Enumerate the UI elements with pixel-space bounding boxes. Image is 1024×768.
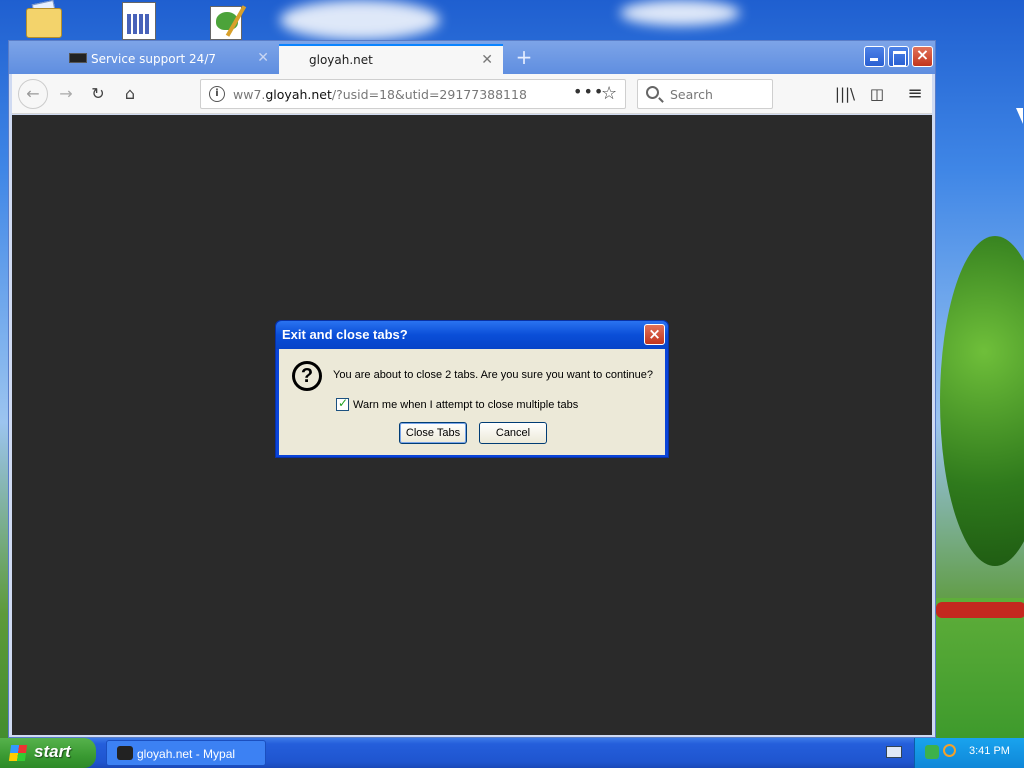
dialog-body: ? You are about to close 2 tabs. Are you… (279, 349, 665, 455)
tab-strip: Service support 24/7 ✕ gloyah.net ✕ + × (9, 41, 935, 74)
maximize-button[interactable] (888, 46, 909, 67)
start-button[interactable]: start (0, 738, 96, 768)
system-tray: 3:41 PM (914, 738, 1024, 768)
window-close-button[interactable]: × (912, 45, 933, 67)
exit-dialog: Exit and close tabs? × ? You are about t… (275, 320, 669, 458)
calculator-icon[interactable] (116, 0, 164, 40)
forward-button[interactable]: → (52, 81, 80, 107)
menu-icon[interactable]: ≡ (902, 81, 928, 107)
tree (940, 236, 1024, 566)
folder-icon[interactable] (20, 0, 68, 40)
question-icon: ? (292, 361, 322, 391)
library-icon[interactable]: |||\ (832, 81, 858, 107)
tab-favicon-icon (69, 53, 87, 63)
flowers (936, 602, 1024, 618)
grass (936, 598, 1024, 738)
dialog-titlebar: Exit and close tabs? × (276, 321, 668, 349)
windows-logo-icon (8, 745, 28, 761)
nav-bar: ← → ↻ ⌂ i ww7.gloyah.net/?usid=18&utid=2… (12, 74, 932, 114)
cloud (280, 0, 440, 40)
taskbar-item-mypal[interactable]: gloyah.net - Mypal (106, 740, 266, 766)
tab-label: Service support 24/7 (91, 52, 216, 66)
tab-close-icon[interactable]: ✕ (257, 50, 269, 66)
url-text[interactable]: ww7.gloyah.net/?usid=18&utid=29177388118 (233, 87, 527, 102)
site-info-icon[interactable]: i (209, 86, 225, 102)
tab-service-support[interactable]: Service support 24/7 ✕ (17, 44, 279, 74)
minimize-button[interactable] (864, 46, 885, 67)
bookmark-star-icon[interactable]: ☆ (601, 83, 617, 104)
sidebar-icon[interactable]: ◫ (864, 81, 890, 107)
mypal-icon (117, 746, 133, 760)
cancel-button[interactable]: Cancel (479, 422, 547, 444)
dialog-close-button[interactable]: × (644, 324, 665, 345)
reload-button[interactable]: ↻ (84, 81, 112, 107)
notepad-icon[interactable] (206, 0, 254, 40)
search-icon (646, 86, 659, 99)
tab-gloyah[interactable]: gloyah.net ✕ (279, 44, 503, 74)
taskbar: start gloyah.net - Mypal 3:41 PM (0, 738, 1024, 768)
keyboard-icon[interactable] (886, 746, 902, 758)
page-actions-icon[interactable]: ••• (573, 82, 604, 101)
search-placeholder: Search (670, 87, 713, 102)
back-button[interactable]: ← (18, 79, 48, 109)
tab-close-icon[interactable]: ✕ (481, 52, 493, 68)
taskbar-item-label: gloyah.net - Mypal (137, 747, 236, 761)
tab-label: gloyah.net (309, 53, 373, 67)
url-host: gloyah.net (265, 87, 332, 102)
network-icon[interactable] (925, 745, 939, 759)
search-input[interactable]: Search (637, 79, 773, 109)
url-prefix: ww7. (233, 87, 266, 102)
home-button[interactable]: ⌂ (116, 81, 144, 107)
dialog-title: Exit and close tabs? (282, 327, 408, 342)
new-tab-button[interactable]: + (509, 44, 539, 72)
dialog-message: You are about to close 2 tabs. Are you s… (333, 369, 654, 381)
search-icon[interactable] (943, 744, 956, 757)
mouse-cursor-icon (1016, 108, 1023, 124)
url-path: /?usid=18&utid=29177388118 (331, 87, 527, 102)
close-tabs-button[interactable]: Close Tabs (399, 422, 467, 444)
close-icon: × (915, 45, 930, 64)
clock[interactable]: 3:41 PM (969, 745, 1010, 757)
cloud (620, 0, 740, 26)
url-bar[interactable]: i ww7.gloyah.net/?usid=18&utid=291773881… (200, 79, 626, 109)
start-label: start (34, 742, 71, 761)
warn-checkbox-label[interactable]: Warn me when I attempt to close multiple… (353, 399, 578, 411)
warn-checkbox[interactable] (336, 396, 349, 411)
